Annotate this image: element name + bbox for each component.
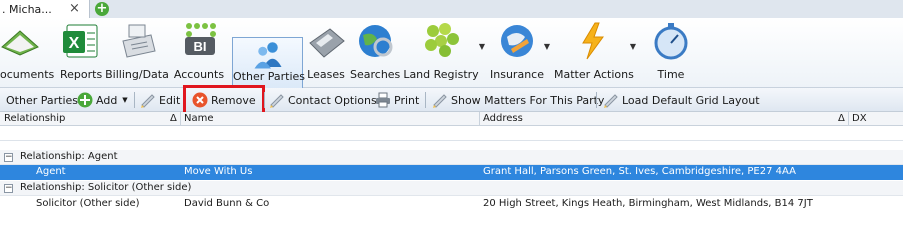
sort-indicator-icon[interactable]: Δ xyxy=(170,113,177,124)
table-row[interactable]: Agent Move With Us Grant Hall, Parsons G… xyxy=(0,165,903,180)
ribbon-label: Searches xyxy=(350,68,401,81)
column-header-relationship[interactable]: Relationship xyxy=(4,113,65,124)
ribbon-accounts-button[interactable]: BI Accounts xyxy=(171,18,227,88)
show-matters-button[interactable]: Show Matters For This Party xyxy=(432,91,604,109)
globe-search-icon xyxy=(359,25,393,57)
cell-relationship: Agent xyxy=(36,166,66,177)
column-divider[interactable] xyxy=(848,112,849,126)
column-divider[interactable] xyxy=(479,112,480,126)
edit-button[interactable]: Edit xyxy=(140,91,180,109)
toolbar-title: Other Parties xyxy=(6,93,78,107)
show-matters-label: Show Matters For This Party xyxy=(451,93,605,107)
group-header-label: Relationship: Solicitor (Other side) xyxy=(20,182,192,193)
load-layout-icon xyxy=(604,94,618,108)
document-tab-label: . Micha... xyxy=(2,3,52,16)
add-icon xyxy=(77,92,93,108)
edit-icon xyxy=(141,94,155,108)
ribbon-label: Billing/Data xyxy=(105,68,169,81)
ribbon-other-parties-button[interactable]: Other Parties xyxy=(232,37,305,89)
ribbon-insurance-button[interactable]: Insurance ▼ xyxy=(488,18,550,88)
documents-icon xyxy=(1,30,39,56)
ribbon-label: Time xyxy=(657,68,685,81)
document-tab[interactable]: . Micha... × xyxy=(0,0,90,18)
chevron-down-icon[interactable]: ▼ xyxy=(122,96,127,104)
svg-text:X: X xyxy=(69,35,80,52)
close-icon[interactable]: × xyxy=(69,1,80,16)
tab-strip: . Micha... × + xyxy=(0,0,903,18)
group-row[interactable]: − Relationship: Agent xyxy=(0,150,903,165)
ribbon-label: Accounts xyxy=(173,68,225,81)
lightning-icon xyxy=(582,22,604,60)
ribbon-label: Other Parties xyxy=(233,70,305,83)
column-header-name[interactable]: Name xyxy=(184,113,214,124)
chevron-down-icon[interactable]: ▼ xyxy=(630,42,636,51)
contact-options-icon xyxy=(270,94,284,108)
grid-header: Relationship Δ Name Address Δ DX xyxy=(0,112,903,126)
ribbon-label: Matter Actions xyxy=(554,68,634,81)
excel-icon: X xyxy=(63,24,98,58)
cell-address: Grant Hall, Parsons Green, St. Ives, Cam… xyxy=(483,166,796,177)
ribbon-label: Insurance xyxy=(490,68,544,81)
edit-label: Edit xyxy=(159,93,181,107)
add-button[interactable]: Add ▼ xyxy=(77,91,128,109)
print-button[interactable]: Print xyxy=(375,91,419,109)
sort-indicator-icon[interactable]: Δ xyxy=(838,113,845,124)
cash-register-icon xyxy=(122,24,156,58)
contact-options-label: Contact Options xyxy=(288,93,377,107)
table-row[interactable]: Solicitor (Other side) David Bunn & Co 2… xyxy=(0,197,903,212)
ribbon-label: ocuments xyxy=(0,68,55,81)
print-label: Print xyxy=(394,93,420,107)
calculator-icon xyxy=(309,28,345,58)
contact-options-button[interactable]: Contact Options xyxy=(269,91,377,109)
cell-name: David Bunn & Co xyxy=(184,198,270,209)
toolbar-separator xyxy=(264,92,265,108)
printer-icon xyxy=(376,92,390,108)
column-header-dx[interactable]: DX xyxy=(852,113,867,124)
ribbon-land-registry-button[interactable]: Land Registry ▼ xyxy=(401,18,485,88)
ribbon-searches-button[interactable]: Searches xyxy=(350,18,400,88)
collapse-icon[interactable]: − xyxy=(4,153,13,162)
ribbon-label: Reports xyxy=(60,68,103,81)
add-label: Add xyxy=(96,93,118,107)
show-matters-icon xyxy=(433,94,447,108)
bi-text: BI xyxy=(194,39,207,54)
load-layout-label: Load Default Grid Layout xyxy=(622,93,760,107)
bi-icon: BI xyxy=(185,23,216,55)
ribbon-label: Leases xyxy=(307,68,345,81)
cell-name: Move With Us xyxy=(184,166,253,177)
new-tab-icon[interactable]: + xyxy=(95,2,109,16)
grid-filter-row[interactable] xyxy=(0,127,903,141)
ribbon-billing-data-button[interactable]: Billing/Data xyxy=(105,18,169,88)
cell-address: 20 High Street, Kings Heath, Birmingham,… xyxy=(483,198,813,209)
people-icon xyxy=(254,42,281,69)
toolbar-separator xyxy=(425,92,426,108)
toolbar-separator xyxy=(596,92,597,108)
ribbon: ocuments X Reports Billing/Data BI Accou… xyxy=(0,18,903,89)
group-header-label: Relationship: Agent xyxy=(20,151,118,162)
stopwatch-icon xyxy=(654,23,688,60)
ribbon-time-button[interactable]: Time xyxy=(648,18,694,88)
land-registry-icon xyxy=(425,23,459,57)
collapse-icon[interactable]: − xyxy=(4,184,13,193)
chevron-down-icon[interactable]: ▼ xyxy=(479,42,485,51)
ribbon-documents-button[interactable]: ocuments xyxy=(0,18,55,88)
ribbon-label: Land Registry xyxy=(403,68,479,81)
ribbon-reports-button[interactable]: X Reports xyxy=(60,18,102,88)
chevron-down-icon[interactable]: ▼ xyxy=(544,42,550,51)
insurance-globe-icon xyxy=(501,25,533,57)
ribbon-matter-actions-button[interactable]: Matter Actions ▼ xyxy=(554,18,636,88)
load-default-grid-layout-button[interactable]: Load Default Grid Layout xyxy=(603,91,760,109)
toolbar-separator xyxy=(134,92,135,108)
group-row[interactable]: − Relationship: Solicitor (Other side) xyxy=(0,181,903,196)
column-header-address[interactable]: Address xyxy=(483,113,523,124)
cell-relationship: Solicitor (Other side) xyxy=(36,198,140,209)
other-parties-toolbar: Other Parties Add ▼ Edit Remove Contact … xyxy=(0,85,903,116)
ribbon-leases-button[interactable]: Leases xyxy=(306,18,346,88)
column-divider[interactable] xyxy=(180,112,181,126)
